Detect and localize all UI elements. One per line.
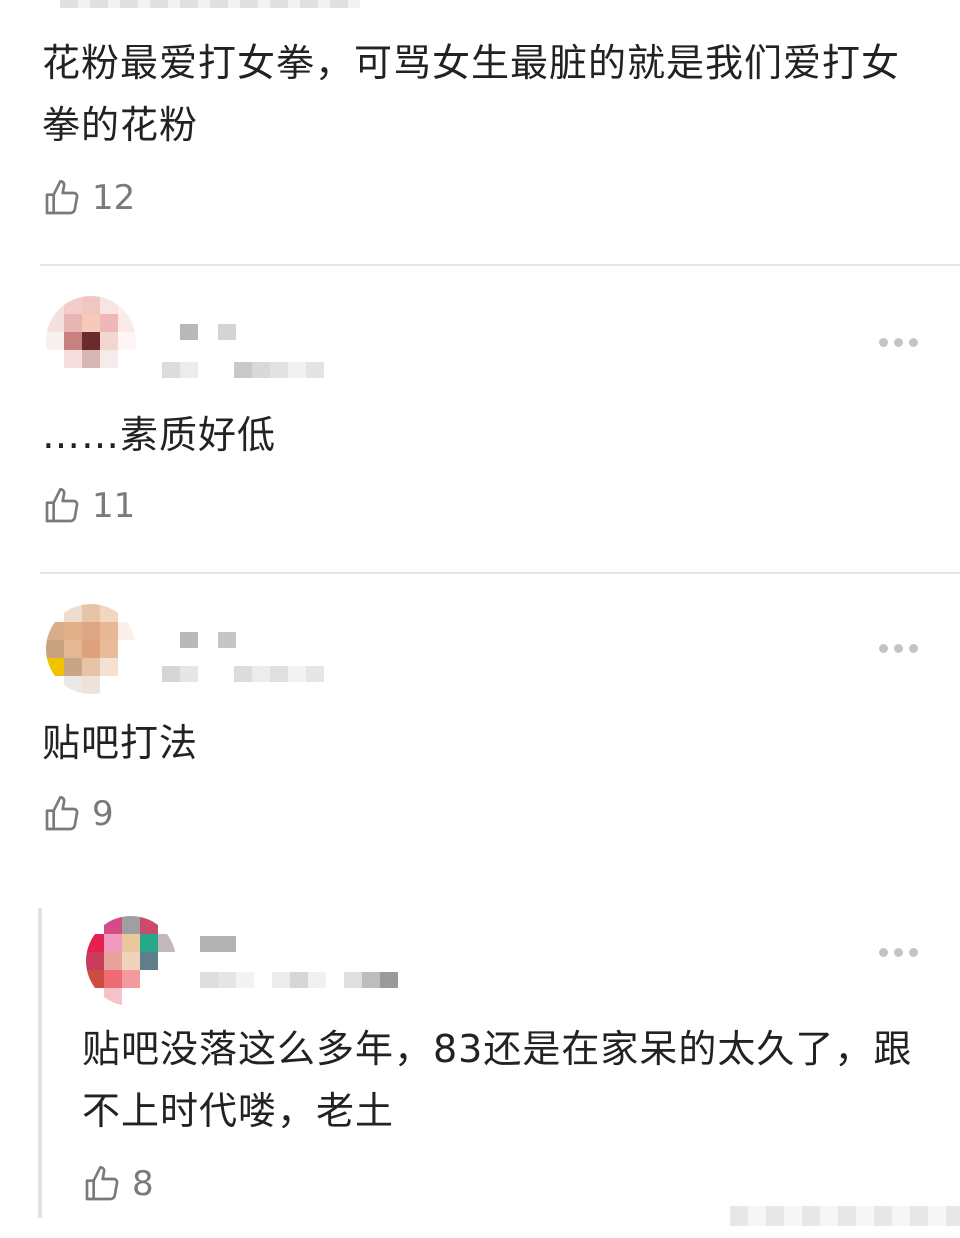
like-button[interactable]: 8 <box>82 1164 154 1204</box>
comment-item-1: 花粉最爱打女拳，可骂女生最脏的就是我们爱打女拳的花粉 12 <box>0 0 960 266</box>
comment-text: 贴吧没落这么多年，83还是在家呆的太久了，跟不上时代喽，老土 <box>82 1027 913 1133</box>
meta-blurred <box>200 972 398 988</box>
comment-item-2: ……素质好低 11 <box>0 266 960 572</box>
comment-text: 贴吧打法 <box>42 721 199 765</box>
like-button[interactable]: 11 <box>42 486 135 526</box>
meta-blurred <box>162 362 324 378</box>
username-blurred[interactable] <box>180 324 236 340</box>
avatar[interactable] <box>46 604 136 694</box>
like-count: 12 <box>92 178 136 218</box>
thumbs-up-icon <box>85 1166 119 1201</box>
comment-text: 花粉最爱打女拳，可骂女生最脏的就是我们爱打女拳的花粉 <box>42 41 901 147</box>
more-dots-icon[interactable] <box>879 948 918 957</box>
avatar[interactable] <box>86 916 176 1006</box>
reply-item: 贴吧没落这么多年，83还是在家呆的太久了，跟不上时代喽，老土 8 <box>0 900 960 1220</box>
username-blurred[interactable] <box>200 936 236 952</box>
comment-text: ……素质好低 <box>42 413 277 457</box>
thumbs-up-icon <box>45 796 79 831</box>
meta-blurred <box>162 666 324 682</box>
avatar[interactable] <box>46 296 136 386</box>
username-blurred[interactable] <box>180 632 236 648</box>
more-dots-icon[interactable] <box>879 338 918 347</box>
cropped-watermark-strip <box>730 1206 960 1226</box>
more-dots-icon[interactable] <box>879 644 918 653</box>
like-button[interactable]: 12 <box>42 178 135 218</box>
like-count: 9 <box>92 794 114 834</box>
like-count: 11 <box>92 486 136 526</box>
like-count: 8 <box>132 1164 154 1204</box>
like-button[interactable]: 9 <box>42 794 114 834</box>
thumbs-up-icon <box>45 488 79 523</box>
comment-item-3: 贴吧打法 9 <box>0 574 960 874</box>
thumbs-up-icon <box>45 180 79 215</box>
